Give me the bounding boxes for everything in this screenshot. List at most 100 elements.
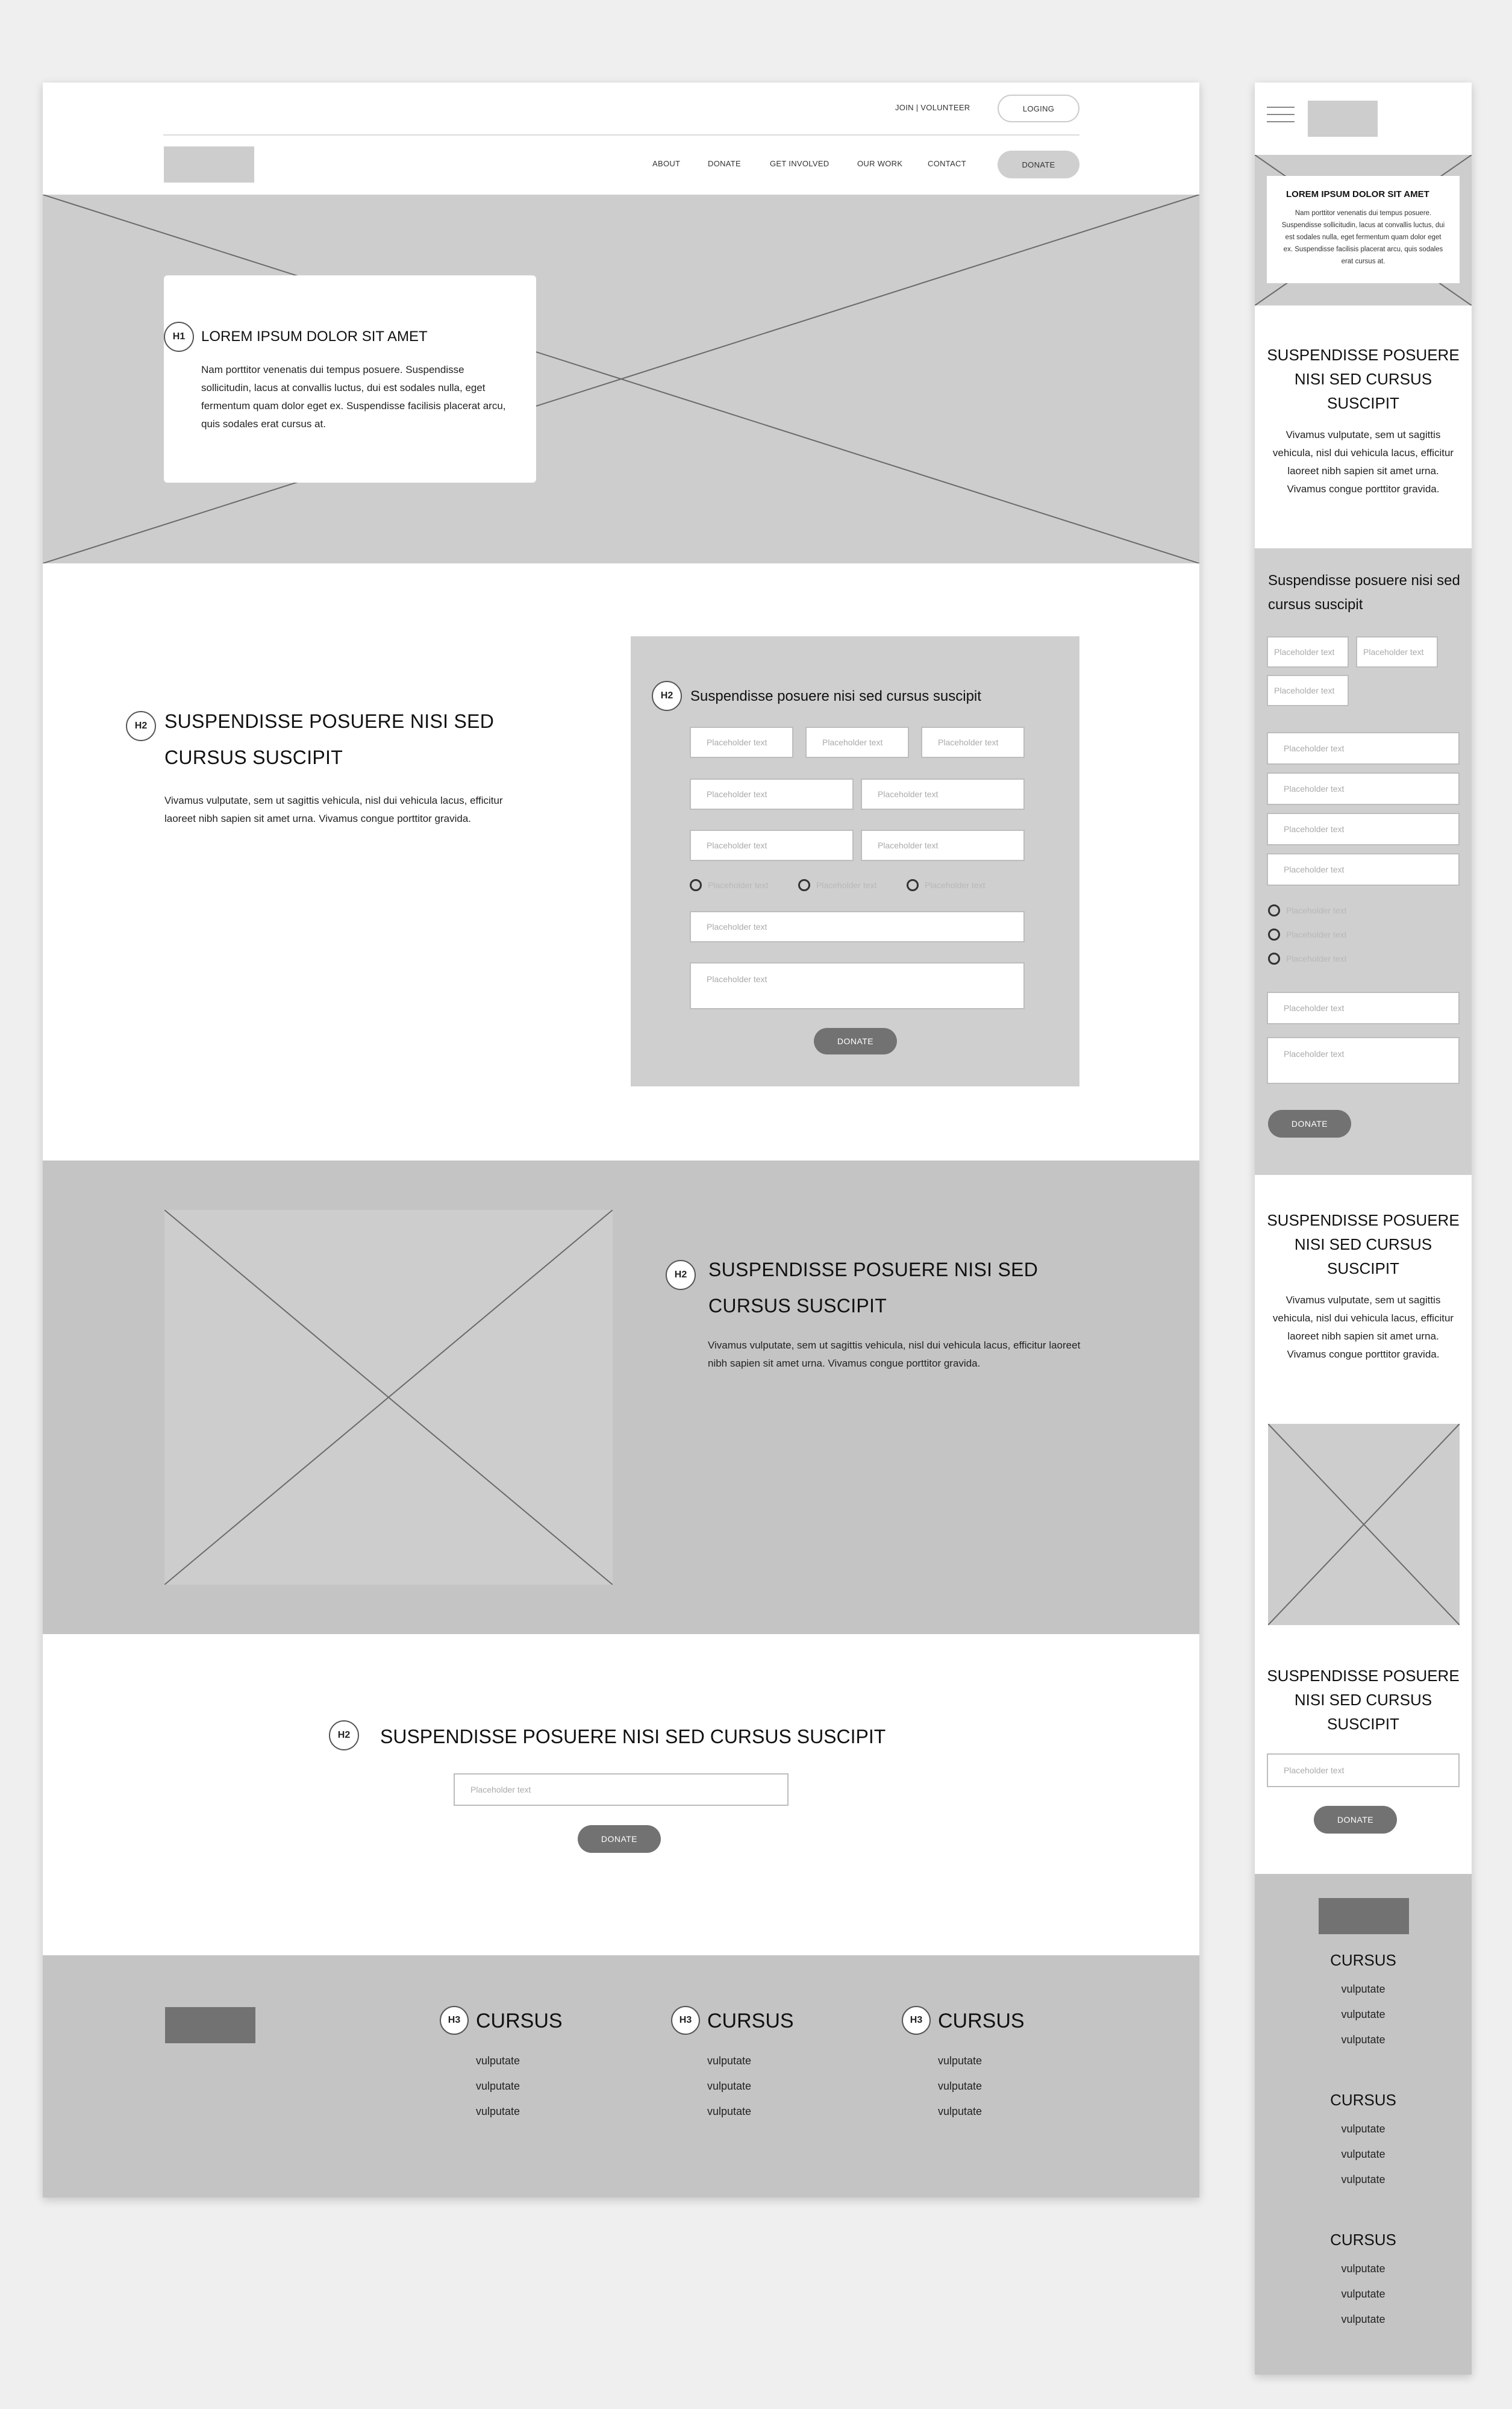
mobile-cta-input[interactable]: Placeholder text: [1267, 1753, 1460, 1787]
form-section-text: Vivamus vulputate, sem ut sagittis vehic…: [164, 795, 503, 824]
mobile-form-radio-3-label: Placeholder text: [1286, 954, 1347, 963]
h3-badge: H3: [671, 2006, 700, 2035]
h1-badge: H1: [164, 322, 194, 352]
radio-icon: [798, 879, 810, 891]
mobile-form-radio-1[interactable]: Placeholder text: [1268, 904, 1346, 916]
footer-link[interactable]: vulputate: [476, 2048, 520, 2073]
footer-link[interactable]: vulputate: [1255, 2002, 1472, 2027]
h2-badge-image-section: H2: [666, 1260, 696, 1290]
h3-badge: H3: [902, 2006, 931, 2035]
mobile-form-field-7[interactable]: Placeholder text: [1267, 853, 1460, 886]
mobile-section2-placeholder-icon: [1268, 1424, 1460, 1625]
login-button[interactable]: LOGING: [998, 95, 1079, 122]
footer-link[interactable]: vulputate: [938, 2099, 982, 2124]
mobile-frame: LOREM IPSUM DOLOR SIT AMET Nam porttitor…: [1255, 83, 1472, 2375]
radio-icon: [1268, 904, 1280, 916]
hamburger-menu-icon[interactable]: [1267, 107, 1295, 122]
mobile-hero-card: LOREM IPSUM DOLOR SIT AMET Nam porttitor…: [1267, 176, 1460, 283]
footer-link[interactable]: vulputate: [707, 2073, 751, 2099]
form-field-5[interactable]: Placeholder text: [861, 778, 1025, 810]
form-field-2[interactable]: Placeholder text: [805, 727, 909, 758]
radio-icon: [690, 879, 702, 891]
form-radio-2-label: Placeholder text: [816, 880, 877, 890]
footer-column-2-title: CURSUS: [707, 2010, 794, 2032]
cta-input[interactable]: Placeholder text: [454, 1773, 789, 1806]
mobile-hero-text: Nam porttitor venenatis dui tempus posue…: [1281, 210, 1445, 265]
mobile-section2-image: [1268, 1424, 1460, 1625]
mobile-form-message-field[interactable]: Placeholder text: [1267, 1037, 1460, 1084]
footer-link[interactable]: vulputate: [707, 2099, 751, 2124]
h2-badge-cta: H2: [329, 1720, 359, 1750]
mobile-form-field-2[interactable]: Placeholder text: [1356, 636, 1438, 668]
footer-link[interactable]: vulputate: [1255, 2167, 1472, 2192]
mobile-form-field-8[interactable]: Placeholder text: [1267, 992, 1460, 1024]
form-title: Suspendisse posuere nisi sed cursus susc…: [690, 688, 981, 704]
mobile-cta-donate-button[interactable]: DONATE: [1314, 1806, 1397, 1834]
footer-link[interactable]: vulputate: [1255, 2141, 1472, 2167]
mobile-form-donate-button[interactable]: DONATE: [1268, 1110, 1351, 1138]
mobile-footer: CURSUS vulputate vulputate vulputate CUR…: [1255, 1874, 1472, 2375]
nav-donate-button[interactable]: DONATE: [998, 151, 1079, 178]
footer-link[interactable]: vulputate: [476, 2099, 520, 2124]
radio-icon: [1268, 929, 1280, 941]
nav-about[interactable]: ABOUT: [652, 159, 680, 168]
mobile-form-field-6[interactable]: Placeholder text: [1267, 813, 1460, 845]
site-logo[interactable]: [164, 146, 254, 183]
nav-our-work[interactable]: OUR WORK: [857, 159, 902, 168]
mobile-form-field-3[interactable]: Placeholder text: [1267, 675, 1349, 706]
footer-link[interactable]: vulputate: [1255, 2307, 1472, 2332]
header-divider: [163, 134, 1079, 136]
image-section-title: SUSPENDISSE POSUERE NISI SED CURSUS SUSC…: [708, 1259, 1039, 1317]
mobile-form-radio-2[interactable]: Placeholder text: [1268, 929, 1346, 941]
footer-link[interactable]: vulputate: [707, 2048, 751, 2073]
mobile-footer-logo[interactable]: [1319, 1898, 1409, 1934]
footer-link[interactable]: vulputate: [1255, 2256, 1472, 2281]
mobile-form-section: Suspendisse posuere nisi sed cursus susc…: [1255, 548, 1472, 1175]
footer-link[interactable]: vulputate: [1255, 2281, 1472, 2307]
footer-link[interactable]: vulputate: [1255, 2027, 1472, 2052]
form-radio-2[interactable]: Placeholder text: [798, 879, 876, 891]
form-radio-1-label: Placeholder text: [708, 880, 769, 890]
form-field-6[interactable]: Placeholder text: [690, 830, 854, 861]
form-field-4[interactable]: Placeholder text: [690, 778, 854, 810]
form-field-3[interactable]: Placeholder text: [921, 727, 1025, 758]
mobile-form-field-4[interactable]: Placeholder text: [1267, 732, 1460, 765]
mobile-section2-text: Vivamus vulputate, sem ut sagittis vehic…: [1272, 1294, 1454, 1360]
mobile-logo[interactable]: [1308, 101, 1378, 137]
form-field-7[interactable]: Placeholder text: [861, 830, 1025, 861]
footer-link[interactable]: vulputate: [938, 2048, 982, 2073]
form-radio-3-label: Placeholder text: [925, 880, 986, 890]
form-field-8[interactable]: Placeholder text: [690, 911, 1025, 942]
hero-title: LOREM IPSUM DOLOR SIT AMET: [201, 328, 428, 345]
mobile-form-field-5[interactable]: Placeholder text: [1267, 772, 1460, 805]
hero-card: H1 LOREM IPSUM DOLOR SIT AMET Nam portti…: [164, 275, 536, 483]
feature-image: [164, 1210, 613, 1585]
mobile-form-radio-3[interactable]: Placeholder text: [1268, 953, 1346, 965]
desktop-frame: JOIN | VOLUNTEER LOGING ABOUT DONATE GET…: [43, 83, 1199, 2198]
cta-donate-button[interactable]: DONATE: [578, 1825, 661, 1853]
mobile-form-radio-2-label: Placeholder text: [1286, 930, 1347, 939]
footer-link[interactable]: vulputate: [1255, 1976, 1472, 2002]
footer-link[interactable]: vulputate: [476, 2073, 520, 2099]
form-message-field[interactable]: Placeholder text: [690, 962, 1025, 1009]
footer-column-1-title: CURSUS: [476, 2010, 563, 2032]
form-radio-1[interactable]: Placeholder text: [690, 879, 768, 891]
mobile-cta-title: SUSPENDISSE POSUERE NISI SED CURSUS SUSC…: [1267, 1667, 1460, 1733]
form-field-1[interactable]: Placeholder text: [690, 727, 793, 758]
mobile-form-field-1[interactable]: Placeholder text: [1267, 636, 1349, 668]
footer-link[interactable]: vulputate: [1255, 2116, 1472, 2141]
mobile-intro-title: SUSPENDISSE POSUERE NISI SED CURSUS SUSC…: [1267, 346, 1460, 412]
nav-get-involved[interactable]: GET INVOLVED: [770, 159, 829, 168]
donation-form-panel: H2 Suspendisse posuere nisi sed cursus s…: [631, 636, 1079, 1086]
footer-logo[interactable]: [165, 2007, 255, 2043]
join-volunteer-link[interactable]: JOIN | VOLUNTEER: [895, 103, 970, 112]
mobile-form-radio-1-label: Placeholder text: [1286, 906, 1347, 915]
form-radio-3[interactable]: Placeholder text: [907, 879, 985, 891]
form-donate-button[interactable]: DONATE: [814, 1028, 897, 1054]
nav-contact[interactable]: CONTACT: [928, 159, 966, 168]
login-button-label: LOGING: [1022, 104, 1055, 113]
nav-donate[interactable]: DONATE: [708, 159, 741, 168]
footer-link[interactable]: vulputate: [938, 2073, 982, 2099]
image-section: H2 SUSPENDISSE POSUERE NISI SED CURSUS S…: [43, 1161, 1199, 1634]
form-section-title: SUSPENDISSE POSUERE NISI SED CURSUS SUSC…: [164, 710, 495, 768]
